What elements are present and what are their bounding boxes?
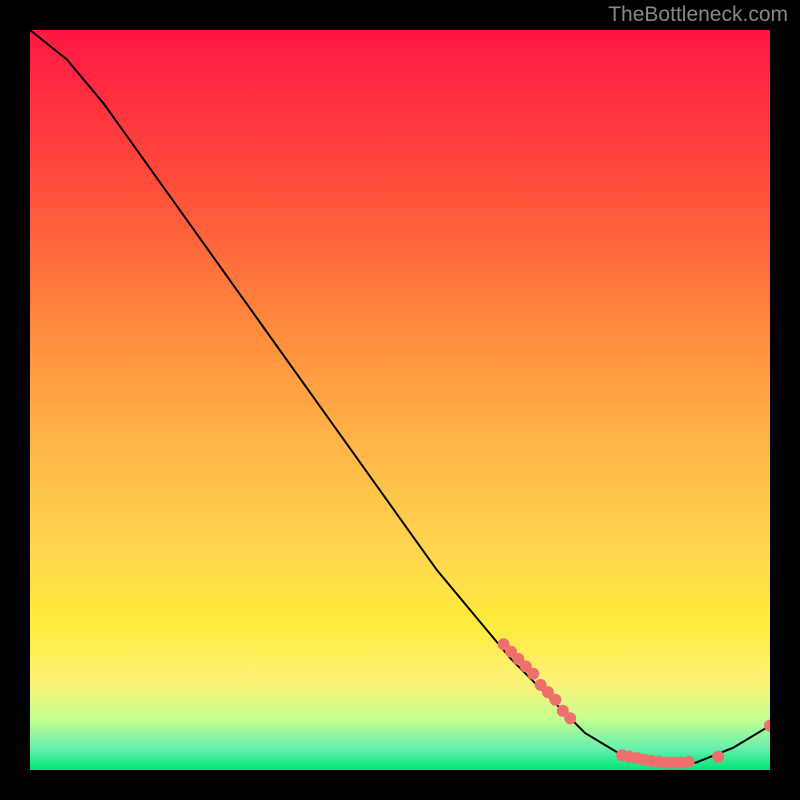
bottleneck-curve [30, 30, 770, 763]
data-point [549, 694, 561, 706]
data-point [564, 712, 576, 724]
data-point [527, 668, 539, 680]
data-point [683, 756, 695, 768]
data-point [712, 751, 724, 763]
curve-layer [30, 30, 770, 770]
attribution-text: TheBottleneck.com [608, 3, 788, 27]
chart-area [30, 30, 770, 770]
